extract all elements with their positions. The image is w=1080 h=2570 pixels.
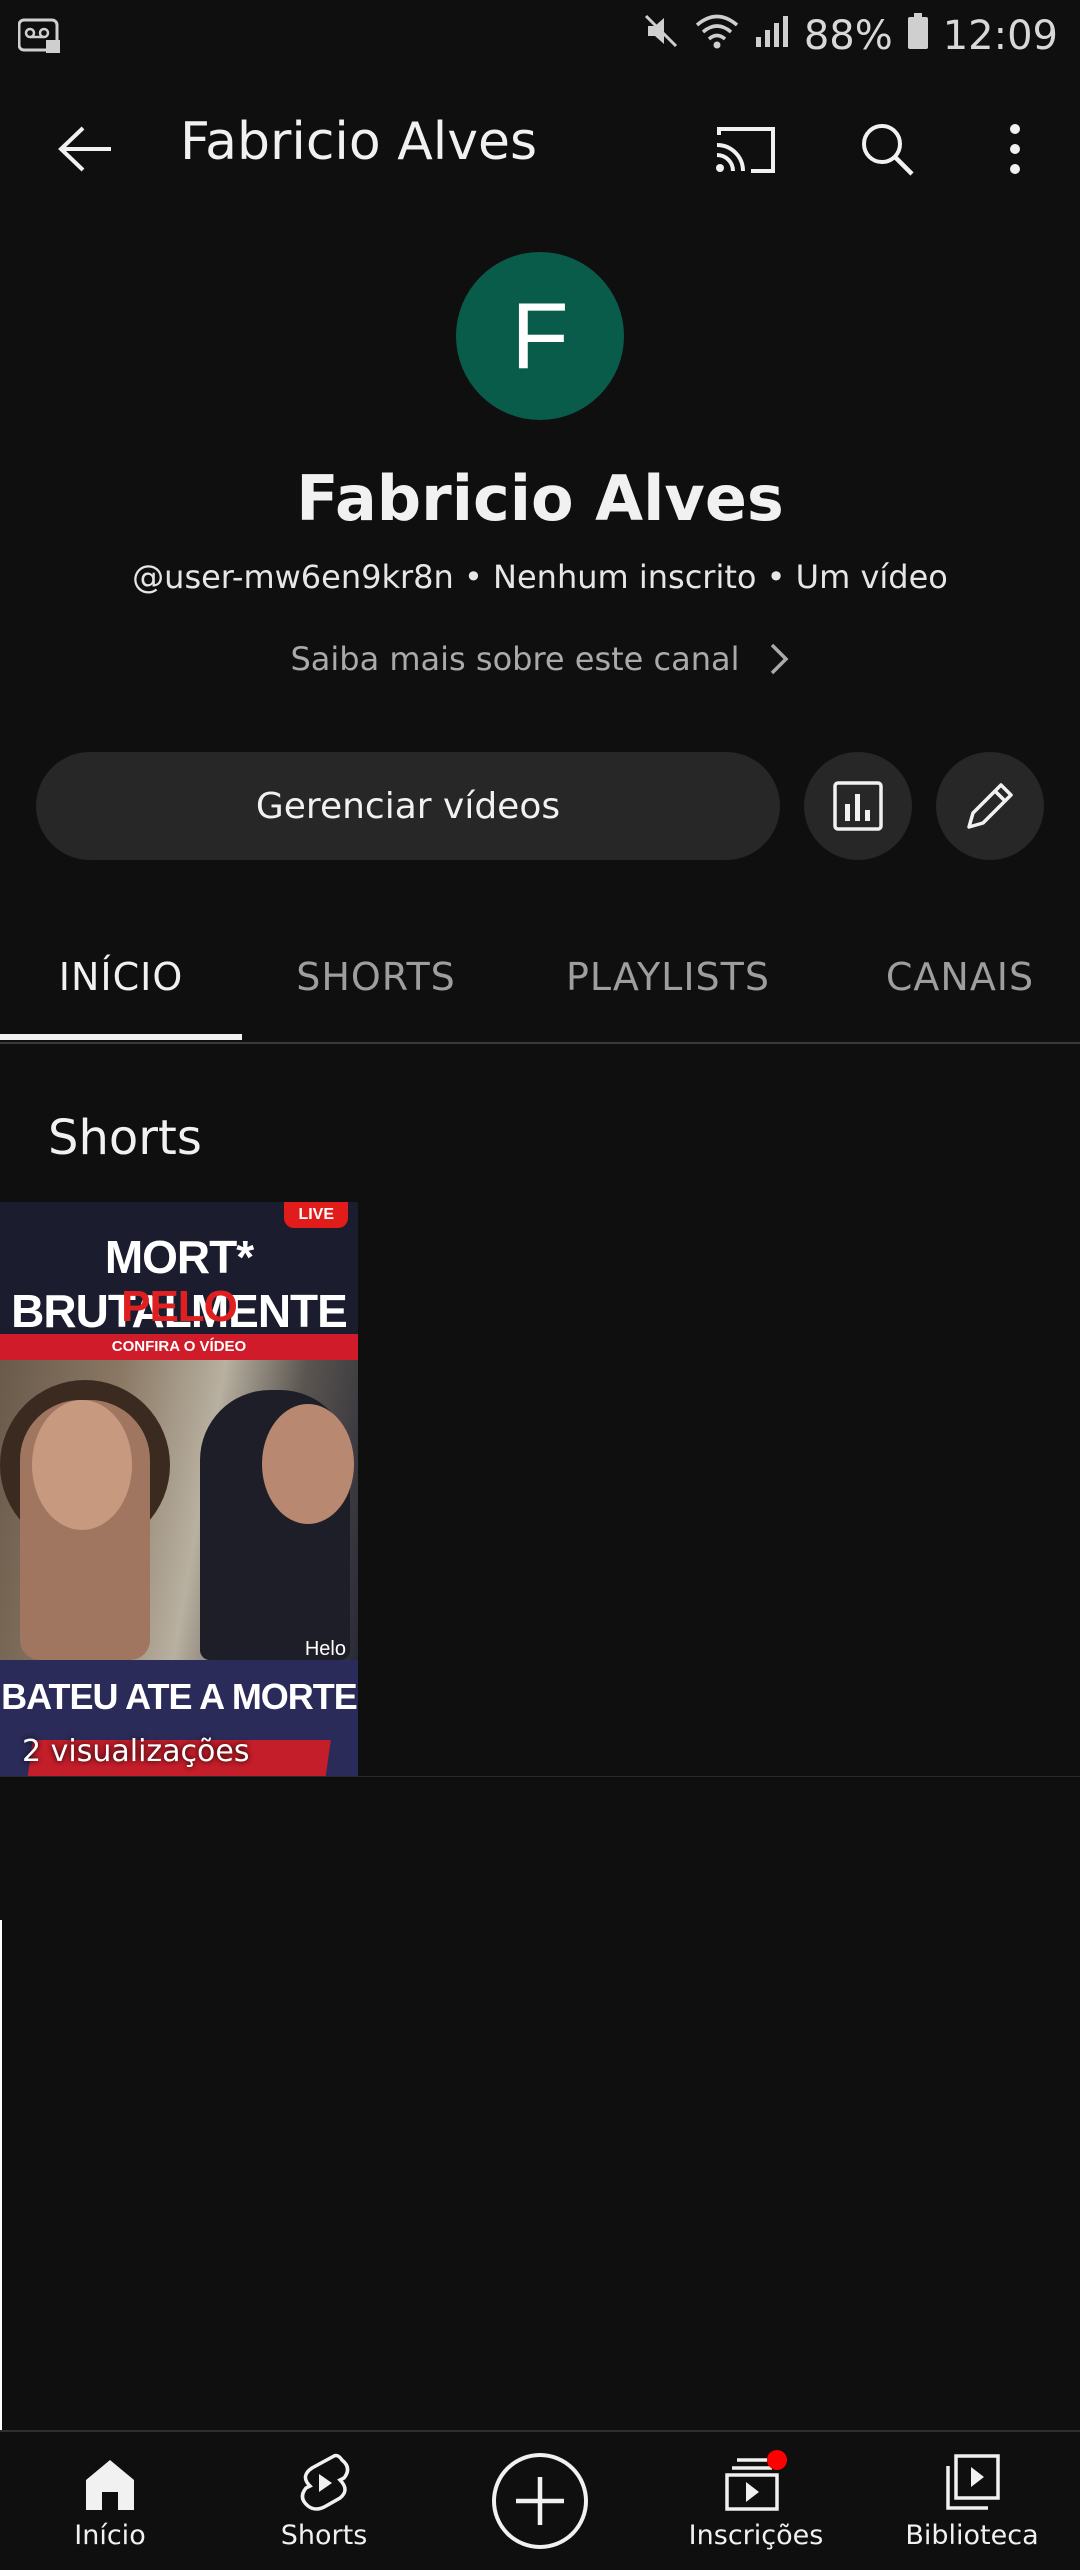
thumbnail-bottom-text: BATEU ATE A MORTE: [1, 1676, 358, 1717]
short-video-card[interactable]: LIVE MORT* BRUTALMENTE PELO COMPANHEIRO …: [0, 1202, 358, 1776]
back-button[interactable]: [40, 104, 130, 194]
live-badge: LIVE: [284, 1202, 348, 1228]
chevron-right-icon: [770, 643, 788, 675]
tab-shorts[interactable]: SHORTS: [266, 912, 486, 1042]
view-count: 2 visualizações: [22, 1734, 250, 1769]
channel-name: Fabricio Alves: [296, 462, 784, 535]
analytics-icon: [833, 781, 883, 831]
nav-inicio[interactable]: Início: [40, 2432, 180, 2570]
voicemail-icon: [17, 18, 62, 58]
cast-button[interactable]: [700, 104, 790, 194]
channel-meta: @user-mw6en9kr8n • Nenhum inscrito • Um …: [132, 558, 948, 596]
tab-playlists[interactable]: PLAYLISTS: [540, 912, 796, 1042]
channel-avatar[interactable]: F: [456, 252, 624, 420]
pencil-icon: [967, 783, 1013, 829]
tab-canais[interactable]: CANAIS: [860, 912, 1060, 1042]
active-tab-indicator: [0, 1034, 242, 1040]
notification-dot: [767, 2450, 787, 2470]
library-icon: [946, 2454, 1000, 2510]
manage-videos-label: Gerenciar vídeos: [255, 785, 561, 827]
nav-label-shorts: Shorts: [280, 2520, 368, 2551]
thumbnail-photo: [0, 1360, 358, 1660]
shorts-section-title: Shorts: [48, 1110, 202, 1166]
content-divider: [0, 1776, 1080, 1777]
more-options-button[interactable]: [970, 104, 1060, 194]
clock: 12:09: [942, 13, 1058, 59]
search-button[interactable]: [842, 104, 932, 194]
battery-percent: 88%: [803, 13, 893, 59]
more-vertical-icon: [1010, 124, 1020, 174]
nav-biblioteca[interactable]: Biblioteca: [902, 2432, 1042, 2570]
create-icon: [492, 2453, 588, 2549]
about-channel-label: Saiba mais sobre este canal: [290, 640, 740, 678]
shorts-icon: [300, 2453, 350, 2511]
search-icon: [862, 124, 914, 176]
status-icons: 88% 12:09: [642, 12, 1058, 60]
edit-channel-button[interactable]: [936, 752, 1044, 860]
nav-label-inicio: Início: [74, 2520, 146, 2551]
wifi-icon: [694, 12, 740, 60]
bottom-navigation: Início Shorts Inscrições Biblioteca: [0, 2430, 1080, 2570]
thumbnail-watermark: Helo: [304, 1638, 346, 1660]
signal-icon: [754, 13, 790, 59]
arrow-left-icon: [58, 126, 111, 172]
thumbnail-strip: CONFIRA O VÍDEO: [0, 1334, 358, 1360]
home-icon: [86, 2460, 134, 2510]
screen-edge: [0, 1920, 2, 2440]
page-title: Fabricio Alves: [180, 112, 538, 172]
nav-shorts[interactable]: Shorts: [254, 2432, 394, 2570]
mute-icon: [642, 12, 680, 60]
nav-label-biblioteca: Biblioteca: [905, 2520, 1039, 2551]
nav-inscricoes[interactable]: Inscrições: [686, 2432, 826, 2570]
thumbnail-person-left-face: [32, 1400, 132, 1530]
status-bar: 88% 12:09: [0, 0, 1080, 72]
tab-inicio[interactable]: INÍCIO: [0, 912, 242, 1042]
about-channel-link[interactable]: Saiba mais sobre este canal: [0, 640, 1080, 678]
channel-tabs: INÍCIO SHORTS PLAYLISTS CANAIS: [0, 912, 1080, 1044]
manage-videos-button[interactable]: Gerenciar vídeos: [36, 752, 780, 860]
analytics-button[interactable]: [804, 752, 912, 860]
battery-icon: [907, 12, 929, 60]
thumbnail-person-right-face: [262, 1404, 354, 1524]
cast-icon: [716, 127, 775, 173]
subscriptions-icon: [725, 2450, 787, 2511]
nav-label-inscricoes: Inscrições: [688, 2520, 824, 2551]
nav-create[interactable]: [480, 2432, 600, 2570]
